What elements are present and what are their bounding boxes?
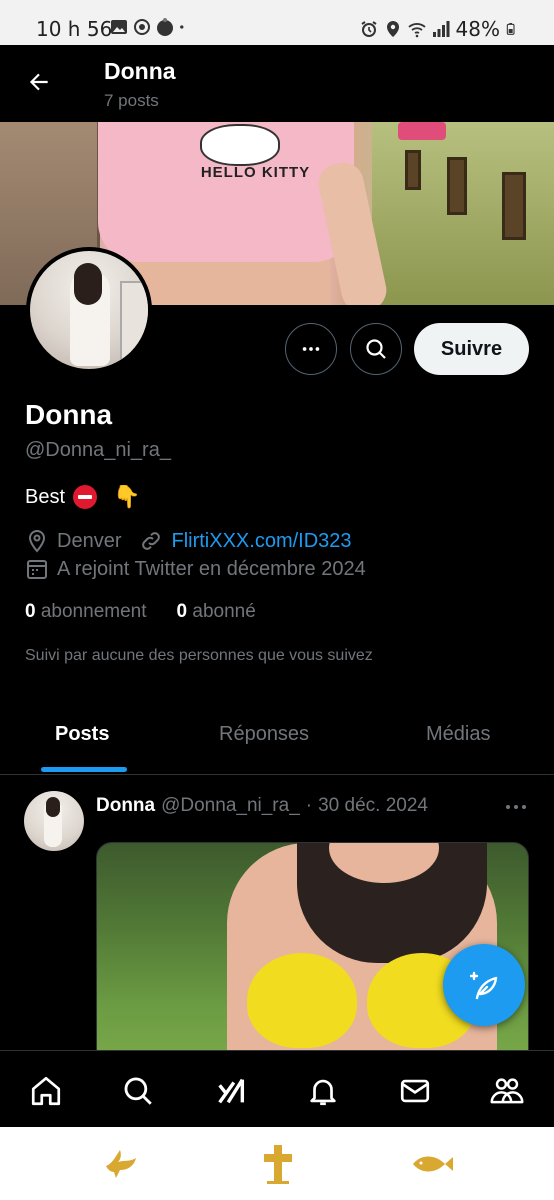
app-notification-icon — [157, 18, 173, 36]
system-home-button[interactable] — [256, 1143, 300, 1185]
search-icon — [366, 339, 386, 359]
search-icon — [124, 1077, 152, 1105]
nav-communities[interactable] — [487, 1071, 527, 1111]
status-time: 10 h 56 — [36, 17, 113, 41]
record-icon — [134, 19, 150, 35]
header-post-count: 7 posts — [104, 91, 159, 110]
no-entry-emoji-icon — [73, 485, 98, 509]
profile-website-link[interactable]: FlirtiXXX.com/ID323 — [171, 530, 351, 553]
grok-icon — [218, 1078, 245, 1104]
following-count: 0 — [25, 601, 36, 622]
banner-frame — [405, 150, 421, 190]
more-options-button[interactable] — [285, 323, 337, 375]
dove-icon — [106, 1150, 136, 1178]
avatar-mirror — [120, 281, 148, 361]
post-author-name[interactable]: Donna — [96, 795, 155, 817]
profile-bio: Best 👇 — [25, 484, 140, 510]
profile-meta-row: Denver FlirtiXXX.com/ID323 — [25, 529, 352, 553]
profile-location: Denver — [57, 529, 122, 552]
tab-posts[interactable]: Posts — [55, 723, 109, 746]
banner-print-text: HELLO KITTY — [200, 164, 311, 181]
location-icon — [386, 21, 399, 37]
fish-icon — [413, 1156, 453, 1172]
gallery-icon — [111, 20, 127, 34]
envelope-icon — [400, 1079, 430, 1103]
bell-icon — [310, 1079, 336, 1106]
nav-notifications[interactable] — [303, 1071, 343, 1111]
more-horizontal-icon — [302, 347, 320, 351]
system-recent-button[interactable] — [100, 1143, 144, 1185]
nav-search[interactable] — [118, 1071, 158, 1111]
followers-label: abonné — [192, 601, 256, 622]
status-right-icons: 48% — [360, 17, 518, 41]
status-left-icons — [110, 18, 189, 36]
post-author-avatar[interactable] — [24, 791, 84, 851]
tab-replies[interactable]: Réponses — [219, 723, 309, 746]
nav-messages[interactable] — [395, 1071, 435, 1111]
post-separator: · — [305, 795, 313, 816]
banner-print — [200, 124, 280, 166]
signal-icon — [432, 21, 450, 37]
followed-by-text: Suivi par aucune des personnes que vous … — [25, 647, 373, 664]
battery-percent: 48% — [455, 17, 500, 41]
profile-name: Donna — [25, 399, 113, 430]
profile-header: Donna 7 posts — [0, 45, 554, 123]
cross-icon — [264, 1145, 292, 1184]
location-pin-icon — [28, 529, 46, 553]
following-link[interactable]: 0 abonnement — [25, 601, 147, 623]
followers-count: 0 — [176, 601, 188, 622]
followers-link[interactable]: 0 abonné — [177, 601, 256, 623]
search-profile-button[interactable] — [350, 323, 402, 375]
nav-grok[interactable] — [211, 1071, 251, 1111]
back-button[interactable] — [22, 65, 56, 99]
battery-icon — [506, 23, 515, 35]
post-more-button[interactable] — [503, 797, 529, 817]
post-author-handle[interactable]: @Donna_ni_ra_ — [161, 795, 300, 817]
banner-frame — [447, 157, 467, 215]
pointing-down-emoji-icon: 👇 — [113, 484, 141, 509]
post-avatar-hair — [46, 797, 60, 817]
header-title: Donna — [104, 58, 176, 84]
banner-phone — [398, 122, 446, 140]
bottom-navigation — [0, 1050, 554, 1127]
profile-avatar[interactable] — [26, 247, 152, 373]
profile-joined: A rejoint Twitter en décembre 2024 — [57, 557, 366, 580]
communities-icon — [490, 1078, 524, 1104]
nav-home[interactable] — [26, 1071, 66, 1111]
more-horizontal-icon — [506, 805, 526, 809]
more-notifications-dot-icon — [180, 25, 184, 29]
system-navigation-bar — [0, 1127, 554, 1200]
profile-tabs: Posts Réponses Médias — [0, 700, 554, 775]
post-header: Donna @Donna_ni_ra_ · 30 déc. 2024 — [96, 795, 428, 817]
compose-post-button[interactable] — [443, 944, 525, 1026]
arrow-left-icon — [29, 73, 48, 91]
follow-button[interactable]: Suivre — [414, 323, 529, 375]
profile-joined-row: A rejoint Twitter en décembre 2024 — [25, 557, 366, 581]
link-icon — [142, 532, 161, 550]
post-media-top-left — [247, 953, 357, 1048]
avatar-hair — [74, 263, 102, 305]
banner-frame — [502, 172, 526, 240]
wifi-icon — [407, 23, 426, 38]
following-label: abonnement — [40, 601, 147, 622]
tab-media[interactable]: Médias — [426, 723, 490, 746]
home-icon — [31, 1076, 61, 1106]
bio-text: Best — [25, 485, 66, 508]
follow-counts: 0 abonnement 0 abonné — [25, 601, 256, 623]
post-date[interactable]: 30 déc. 2024 — [318, 795, 428, 817]
compose-feather-icon — [469, 971, 498, 1000]
system-back-button[interactable] — [410, 1143, 456, 1185]
profile-handle: @Donna_ni_ra_ — [25, 439, 171, 461]
calendar-icon — [27, 560, 47, 579]
tab-active-indicator — [41, 767, 127, 772]
alarm-icon — [360, 21, 377, 37]
